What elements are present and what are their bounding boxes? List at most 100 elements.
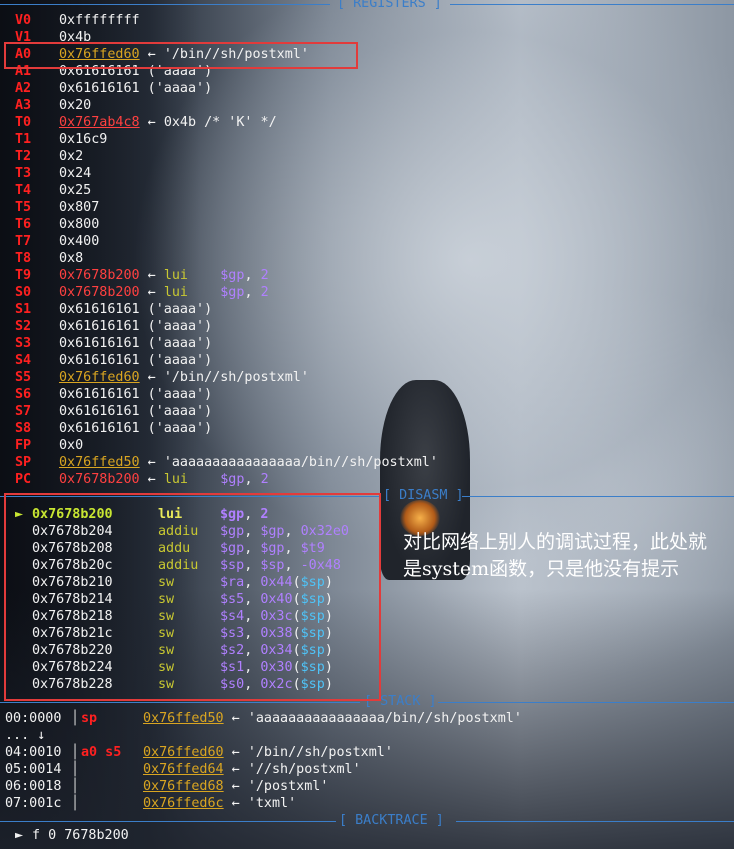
stack-index: 07:001c bbox=[5, 796, 62, 811]
register-name: S2 bbox=[15, 319, 32, 334]
disasm-header: [ DISASM ] bbox=[383, 488, 464, 503]
register-name: T0 bbox=[15, 115, 32, 130]
register-row: A3 0x20 bbox=[15, 97, 91, 114]
stack-deref: '/postxml' bbox=[247, 779, 329, 794]
register-row: T0 0x767ab4c8 ← 0x4b /* 'K' */ bbox=[15, 115, 277, 130]
register-name: V0 bbox=[15, 13, 32, 28]
disasm-rule-right bbox=[462, 496, 734, 497]
stack-deref: '//sh/postxml' bbox=[247, 762, 361, 777]
register-value: 0x61616161 ('aaaa') bbox=[59, 319, 213, 334]
register-value: 0x61616161 ('aaaa') bbox=[59, 302, 213, 317]
register-row: T9 0x7678b200 ← lui $gp, 2 bbox=[15, 268, 269, 283]
register-deref: 'aaaaaaaaaaaaaaaa/bin//sh/postxml' bbox=[163, 455, 438, 470]
header-rule-left bbox=[0, 4, 330, 5]
register-name: T7 bbox=[15, 234, 32, 249]
stack-rule-left bbox=[0, 702, 360, 703]
register-value: 0x61616161 ('aaaa') bbox=[59, 404, 213, 419]
register-row: S5 0x76ffed60 ← '/bin//sh/postxml' bbox=[15, 370, 309, 385]
register-value: 0x25 bbox=[59, 183, 92, 198]
register-name: S8 bbox=[15, 421, 32, 436]
register-name: T3 bbox=[15, 166, 32, 181]
register-value: 0x400 bbox=[59, 234, 100, 249]
register-immediate: 2 bbox=[260, 285, 269, 300]
register-row: A2 0x61616161 ('aaaa') bbox=[15, 80, 212, 97]
register-value: 0xffffffff bbox=[59, 13, 140, 28]
stack-index: 04:0010 bbox=[5, 745, 62, 760]
register-name: T2 bbox=[15, 149, 32, 164]
register-value: 0x61616161 ('aaaa') bbox=[59, 421, 213, 436]
registers-header: [ REGISTERS ] bbox=[337, 0, 442, 11]
register-name: T6 bbox=[15, 217, 32, 232]
stack-index: 05:0014 bbox=[5, 762, 62, 777]
stack-separator: │ bbox=[71, 762, 80, 777]
register-row: S2 0x61616161 ('aaaa') bbox=[15, 318, 212, 335]
backtrace-row: ► f 0 7678b200 bbox=[15, 827, 129, 844]
header-rule-right bbox=[450, 4, 734, 5]
register-value: 0x76ffed50 bbox=[59, 455, 140, 470]
stack-address: 0x76ffed50 bbox=[143, 711, 224, 726]
register-value: 0x807 bbox=[59, 200, 100, 215]
stack-address: 0x76ffed6c bbox=[143, 796, 224, 811]
stack-rule-right bbox=[438, 702, 734, 703]
register-name: FP bbox=[15, 438, 32, 453]
stack-address: 0x76ffed68 bbox=[143, 779, 224, 794]
backtrace-frame: f 0 7678b200 bbox=[32, 828, 129, 843]
stack-register-tag: sp bbox=[81, 711, 98, 726]
stack-address: 0x76ffed60 bbox=[143, 745, 224, 760]
register-name: T8 bbox=[15, 251, 32, 266]
stack-index: 00:0000 bbox=[5, 711, 62, 726]
register-name: S0 bbox=[15, 285, 32, 300]
register-row: S4 0x61616161 ('aaaa') bbox=[15, 352, 212, 369]
stack-row: 04:0010 │ a0 s5 0x76ffed60 ← '/bin//sh/post… bbox=[5, 745, 393, 760]
register-value: 0x61616161 ('aaaa') bbox=[59, 353, 213, 368]
register-row: S0 0x7678b200 ← lui $gp, 2 bbox=[15, 285, 269, 300]
register-name: S7 bbox=[15, 404, 32, 419]
register-value: 0x61616161 ('aaaa') bbox=[59, 81, 213, 96]
register-operand: $gp bbox=[220, 472, 245, 487]
stack-row: 05:0014 │ 0x76ffed64 ← '//sh/postxml' bbox=[5, 762, 361, 777]
register-value: 0x800 bbox=[59, 217, 100, 232]
register-row: T2 0x2 bbox=[15, 148, 83, 165]
stack-separator: │ bbox=[71, 796, 80, 811]
register-name: S1 bbox=[15, 302, 32, 317]
register-value: 0x76ffed60 bbox=[59, 370, 140, 385]
register-row: PC 0x7678b200 ← lui $gp, 2 bbox=[15, 472, 269, 487]
register-row: T6 0x800 bbox=[15, 216, 99, 233]
register-row: SP 0x76ffed50 ← 'aaaaaaaaaaaaaaaa/bin//sh… bbox=[15, 455, 438, 470]
register-row: S7 0x61616161 ('aaaa') bbox=[15, 403, 212, 420]
stack-separator: │ bbox=[71, 779, 80, 794]
register-mnemonic: lui bbox=[163, 285, 188, 300]
stack-row: ... ↓ bbox=[5, 727, 71, 744]
stack-index: 06:0018 bbox=[5, 779, 62, 794]
register-name: T9 bbox=[15, 268, 32, 283]
register-name: S3 bbox=[15, 336, 32, 351]
register-mnemonic: lui bbox=[163, 268, 188, 283]
register-deref: '/bin//sh/postxml' bbox=[163, 370, 309, 385]
register-name: S4 bbox=[15, 353, 32, 368]
register-operand: $gp bbox=[220, 285, 245, 300]
stack-index: ... ↓ bbox=[5, 728, 46, 743]
register-row: T3 0x24 bbox=[15, 165, 91, 182]
annotation-text: 对比网络上别人的调试过程，此处就是system函数，只是他没有提示 bbox=[403, 531, 708, 580]
register-value: 0x24 bbox=[59, 166, 92, 181]
register-value: 0x61616161 ('aaaa') bbox=[59, 336, 213, 351]
register-value: 0x0 bbox=[59, 438, 84, 453]
register-mnemonic: lui bbox=[163, 472, 188, 487]
backtrace-marker-icon: ► bbox=[15, 828, 24, 843]
stack-row: 07:001c │ 0x76ffed6c ← 'txml' bbox=[5, 796, 297, 811]
register-value: 0x20 bbox=[59, 98, 92, 113]
stack-row: 06:0018 │ 0x76ffed68 ← '/postxml' bbox=[5, 779, 329, 794]
register-name: S5 bbox=[15, 370, 32, 385]
stack-separator: │ bbox=[71, 745, 80, 760]
register-name: S6 bbox=[15, 387, 32, 402]
register-name: T1 bbox=[15, 132, 32, 147]
stack-row: 00:0000 │ sp 0x76ffed50 ← 'aaaaaaaaaaaaaaaa… bbox=[5, 711, 522, 726]
register-row: S1 0x61616161 ('aaaa') bbox=[15, 301, 212, 318]
register-value: 0x8 bbox=[59, 251, 84, 266]
register-value: 0x16c9 bbox=[59, 132, 108, 147]
register-row: T4 0x25 bbox=[15, 182, 91, 199]
register-name: A2 bbox=[15, 81, 32, 96]
register-row: V0 0xffffffff bbox=[15, 12, 140, 29]
register-row: T1 0x16c9 bbox=[15, 131, 107, 148]
terminal: [ REGISTERS ] V0 0xffffffff V1 0x4b A0 0x76ff… bbox=[0, 0, 734, 849]
